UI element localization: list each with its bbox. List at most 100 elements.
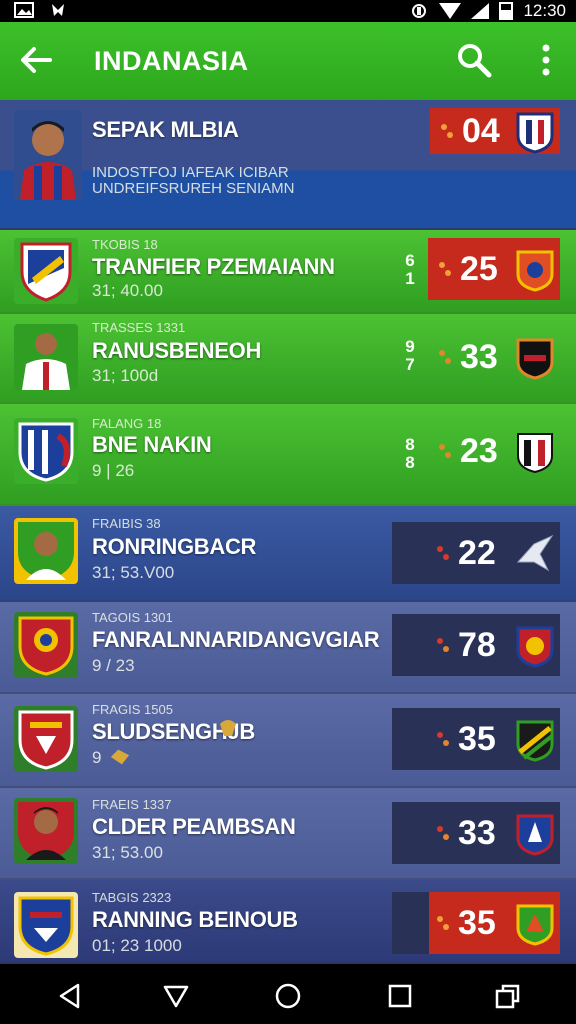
score-dot-icon <box>437 732 449 746</box>
recents-square-icon[interactable] <box>386 982 414 1010</box>
score-dot-icon <box>439 262 451 276</box>
overlay-windows-icon[interactable] <box>494 982 522 1010</box>
score-box: 22 <box>392 522 560 584</box>
row-score: 22 <box>458 534 496 572</box>
team-crest-icon <box>516 112 554 154</box>
team-crest-icon <box>516 904 554 946</box>
row-score: 78 <box>458 626 496 664</box>
row-sub: 01; 23 1000 <box>92 936 182 955</box>
score-box: 35 <box>392 892 560 954</box>
score-dot-icon <box>439 350 451 364</box>
team-logo <box>14 892 78 958</box>
featured-row[interactable]: SEPAK MLBIA INDOSTFOJ IAFEAK ICIBAR UNDR… <box>0 100 576 230</box>
team-crest-icon <box>516 626 554 668</box>
row-score: 35 <box>458 720 496 758</box>
row-sub: 9 | 26 <box>92 461 135 480</box>
list-item[interactable]: FALANG 18 BNE NAKIN 9 | 26 8 8 23 <box>0 404 576 506</box>
trophy-small-icon <box>110 749 130 765</box>
score-box: 33 <box>392 802 560 864</box>
featured-name: SEPAK MLBIA <box>92 117 239 142</box>
row-sub: 31; 100d <box>92 366 159 385</box>
score-dot-icon <box>437 826 449 840</box>
score-box: 33 <box>428 326 560 388</box>
row-code: TRASSES 1331 <box>92 320 186 335</box>
row-rank: 6 1 <box>405 251 415 288</box>
vibrate-icon <box>412 4 427 18</box>
list-item[interactable]: FRAEIS 1337 CLDER PEAMBSAN 31; 53.00 2 2… <box>0 788 576 880</box>
row-sub: 31; 40.00 <box>92 281 163 300</box>
row-name: RONRINGBACR <box>92 534 257 559</box>
list-item[interactable]: FRAIBIS 38 RONRINGBACR 31; 53.V00 0 8 22 <box>0 506 576 602</box>
score-box: 25 <box>428 238 560 300</box>
row-name: RANNING BEINOUB <box>92 907 298 932</box>
score-box: 35 <box>392 708 560 770</box>
system-nav-bar <box>0 964 576 1024</box>
app-notification-icon <box>52 4 64 16</box>
team-logo <box>14 706 78 772</box>
score-dot-icon <box>437 546 449 560</box>
status-bar: 12:30 <box>0 0 576 22</box>
list-item[interactable]: TABGIS 2323 RANNING BEINOUB 01; 23 1000 … <box>0 880 576 964</box>
player-photo <box>14 798 78 864</box>
row-code: FRAEIS 1337 <box>92 797 172 812</box>
player-photo <box>14 518 78 584</box>
featured-score: 04 <box>462 112 500 150</box>
team-logo <box>14 612 78 678</box>
home-circle-icon[interactable] <box>274 982 302 1010</box>
row-code: FALANG 18 <box>92 416 162 431</box>
row-code: TAGOIS 1301 <box>92 610 173 625</box>
featured-score-box: 04 <box>430 108 560 154</box>
row-rank: 9 7 <box>405 337 415 374</box>
row-score: 33 <box>458 814 496 852</box>
list-item[interactable]: TKOBIS 18 TRANFIER PZEMAIANN 31; 40.00 6… <box>0 230 576 314</box>
image-notification-icon <box>14 2 34 18</box>
player-photo <box>14 324 78 390</box>
row-name: FANRALNNARIDANGVGIAR <box>92 627 380 652</box>
row-sub: 9 / 23 <box>92 656 135 675</box>
score-dot-icon <box>437 916 449 930</box>
row-sub: 9 <box>92 748 102 767</box>
team-crest-icon <box>516 338 554 380</box>
more-options-icon[interactable] <box>534 42 558 78</box>
score-dot-icon <box>439 444 451 458</box>
row-sub: 31; 53.00 <box>92 843 163 862</box>
row-score: 35 <box>458 904 496 942</box>
row-name: TRANFIER PZEMAIANN <box>92 254 335 279</box>
row-score: 33 <box>460 338 498 376</box>
team-crest-icon <box>516 814 554 856</box>
row-name: CLDER PEAMBSAN <box>92 814 296 839</box>
eagle-crest-icon <box>516 534 554 572</box>
list-item[interactable]: TAGOIS 1301 FANRALNNARIDANGVGIAR 9 / 23 … <box>0 602 576 694</box>
list-item[interactable]: TRASSES 1331 RANUSBENEOH 31; 100d 9 7 33 <box>0 314 576 404</box>
row-sub: 31; 53.V00 <box>92 563 175 582</box>
score-box: 78 <box>392 614 560 676</box>
back-arrow-icon[interactable] <box>16 40 56 80</box>
page-title: INDANASIA <box>94 46 249 76</box>
row-name: BNE NAKIN <box>92 432 212 457</box>
row-score: 23 <box>460 432 498 470</box>
list-item[interactable]: FRAGIS 1505 SLUDSENGHJB 9 0 7 35 <box>0 694 576 788</box>
team-logo <box>14 238 78 304</box>
row-code: FRAGIS 1505 <box>92 702 173 717</box>
signal-icon <box>471 3 490 19</box>
back-triangle-icon[interactable] <box>56 982 84 1010</box>
score-dot-icon <box>441 124 453 138</box>
team-crest-icon <box>517 433 553 474</box>
row-rank: 8 8 <box>405 435 415 472</box>
team-crest-icon <box>516 720 554 762</box>
featured-line2: UNDREIFSRUREH SENIAMN <box>92 180 295 197</box>
row-code: FRAIBIS 38 <box>92 516 161 531</box>
wifi-icon <box>439 3 462 19</box>
featured-line1: INDOSTFOJ IAFEAK ICIBAR <box>92 164 289 181</box>
row-name: RANUSBENEOH <box>92 338 262 363</box>
score-dot-icon <box>437 638 449 652</box>
row-code: TABGIS 2323 <box>92 890 172 905</box>
battery-icon <box>499 2 514 20</box>
team-crest-icon <box>516 250 554 292</box>
search-icon[interactable] <box>456 42 492 78</box>
trophy-emblem-icon <box>220 720 236 736</box>
score-box: 23 <box>428 420 560 482</box>
down-triangle-icon[interactable] <box>162 982 190 1010</box>
player-avatar <box>14 110 82 200</box>
row-code: TKOBIS 18 <box>92 237 158 252</box>
